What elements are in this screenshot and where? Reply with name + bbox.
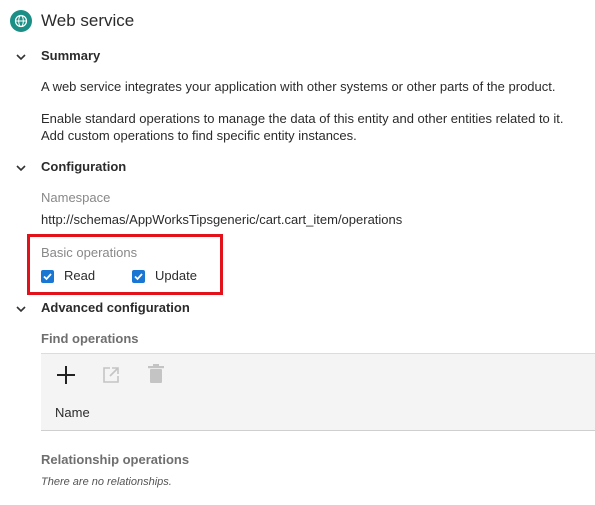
basic-operations-label: Basic operations xyxy=(41,245,138,260)
globe-icon xyxy=(10,10,32,32)
basic-operations-highlight xyxy=(27,234,223,295)
update-checkbox[interactable] xyxy=(132,270,145,283)
find-operations-grid-header: Name xyxy=(41,395,595,431)
summary-text-2a: Enable standard operations to manage the… xyxy=(41,111,564,126)
grid-column-name[interactable]: Name xyxy=(55,405,90,420)
read-checkbox[interactable] xyxy=(41,270,54,283)
trash-icon[interactable] xyxy=(147,364,165,384)
chevron-down-icon[interactable] xyxy=(14,50,28,64)
chevron-down-icon[interactable] xyxy=(14,302,28,316)
summary-text-2b: Add custom operations to find specific e… xyxy=(41,128,357,143)
find-operations-label: Find operations xyxy=(41,331,139,346)
chevron-down-icon[interactable] xyxy=(14,161,28,175)
no-relationships-text: There are no relationships. xyxy=(41,476,172,488)
summary-section-title[interactable]: Summary xyxy=(41,48,100,63)
relationship-operations-label: Relationship operations xyxy=(41,452,190,467)
plus-icon[interactable] xyxy=(55,364,77,386)
update-checkbox-label[interactable]: Update xyxy=(155,268,197,283)
advanced-section-title[interactable]: Advanced configuration xyxy=(41,300,190,315)
checkmark-icon xyxy=(134,273,143,281)
summary-text-1: A web service integrates your applicatio… xyxy=(41,79,556,94)
configuration-section-title[interactable]: Configuration xyxy=(41,159,126,174)
page-title: Web service xyxy=(41,11,135,30)
namespace-label: Namespace xyxy=(41,190,111,205)
namespace-value: http://schemas/AppWorksTipsgeneric/cart.… xyxy=(41,212,403,227)
find-operations-toolbar xyxy=(41,353,595,397)
open-external-icon[interactable] xyxy=(101,365,121,385)
checkmark-icon xyxy=(43,273,52,281)
read-checkbox-label[interactable]: Read xyxy=(64,268,95,283)
